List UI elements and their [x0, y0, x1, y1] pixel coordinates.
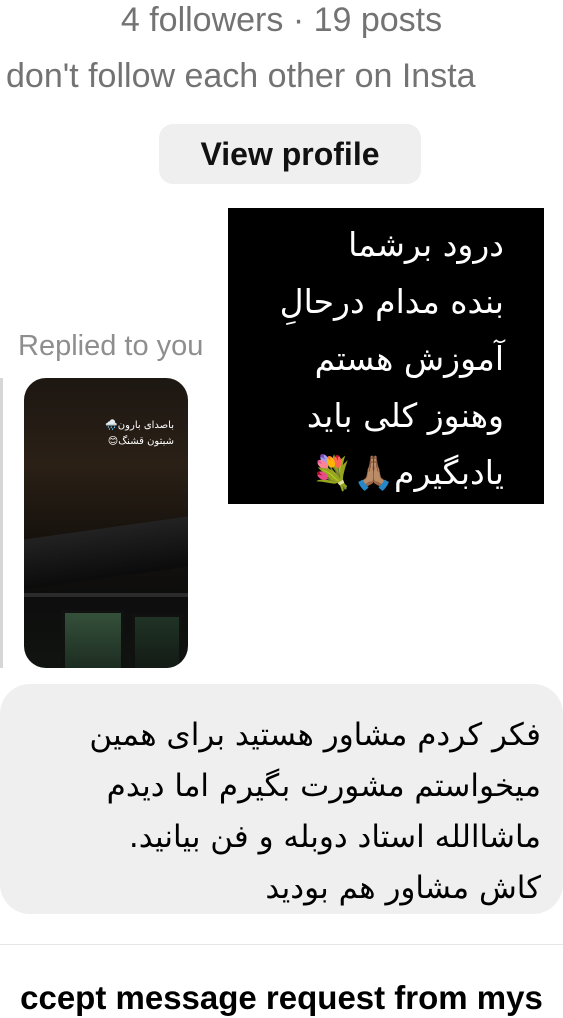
view-profile-button[interactable]: View profile	[159, 124, 421, 184]
section-divider	[0, 944, 563, 945]
sent-image-message[interactable]: درود برشما بنده مدام درحالِ آموزش هستم و…	[228, 208, 544, 504]
replied-to-you-label: Replied to you	[18, 330, 204, 362]
reply-indicator-bar	[0, 378, 3, 668]
mutual-follow-note: don't follow each other on Insta	[6, 57, 476, 95]
replied-story-thumbnail[interactable]: باصدای بارون🌧️ شبتون قشنگ😊	[24, 378, 188, 668]
story-scene-rail	[24, 593, 188, 597]
story-scene-roof	[24, 516, 188, 590]
story-scene-window	[62, 610, 124, 668]
profile-stats: 4 followers · 19 posts	[120, 1, 443, 39]
story-caption: باصدای بارون🌧️ شبتون قشنگ😊	[105, 420, 174, 447]
accept-request-heading: ccept message request from mys	[20, 979, 543, 1016]
story-scene-window	[132, 614, 182, 668]
received-message-bubble[interactable]: فکر کردم مشاور هستید برای همین میخواستم …	[0, 684, 563, 914]
